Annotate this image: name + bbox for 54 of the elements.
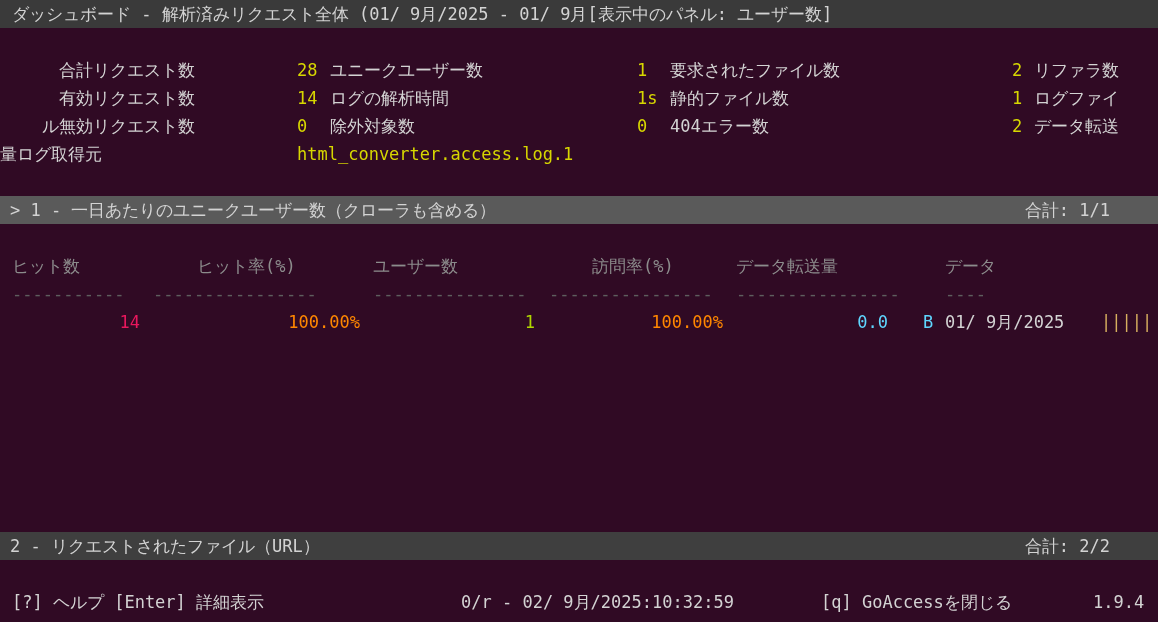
stat-label: 有効リクエスト数 bbox=[58, 86, 195, 110]
date-cell: 01/ 9月/2025 bbox=[945, 310, 1065, 334]
stat-value: 28 bbox=[297, 60, 319, 80]
column-rule: ---------------- bbox=[153, 284, 317, 304]
column-header: ヒット率(%) bbox=[197, 254, 297, 278]
hit-rate-cell: 100.00% bbox=[288, 312, 360, 332]
users-cell: 1 bbox=[524, 312, 535, 332]
stat-label: ユニークユーザー数 bbox=[330, 58, 484, 82]
column-rule: ---- bbox=[945, 284, 986, 304]
window-title: ダッシュボード - 解析済みリクエスト全体 (01/ 9月/2025 - 01/ 9月[表示中のパネル: ユーザー数] bbox=[11, 2, 833, 26]
quit-hint: [q] GoAccessを閉じる bbox=[821, 590, 1012, 614]
stat-label: 量ログ取得元 bbox=[0, 142, 103, 166]
hits-cell: 14 bbox=[119, 312, 140, 332]
panel-header[interactable]: > 1 - 一日あたりのユニークユーザー数（クローラも含める） 合計: 1/1 bbox=[0, 196, 1158, 224]
panel-header[interactable]: 2 - リクエストされたファイル（URL） 合計: 2/2 bbox=[0, 532, 1158, 560]
panel-title: 2 - リクエストされたファイル（URL） bbox=[9, 534, 320, 558]
column-header: データ転送量 bbox=[736, 254, 839, 278]
stat-value: 2 bbox=[1012, 60, 1024, 80]
column-rule: ---------------- bbox=[736, 284, 900, 304]
unit-cell: B bbox=[923, 312, 934, 332]
column-header: データ bbox=[945, 254, 997, 278]
bandwidth-cell: 0.0 bbox=[857, 312, 888, 332]
panel-title: > 1 - 一日あたりのユニークユーザー数（クローラも含める） bbox=[9, 198, 497, 222]
stat-label: 合計リクエスト数 bbox=[58, 58, 195, 82]
column-header: ヒット数 bbox=[12, 254, 81, 278]
stat-label: ログの解析時間 bbox=[330, 86, 450, 110]
stat-label: 要求されたファイル数 bbox=[670, 58, 841, 82]
stat-value: 14 bbox=[297, 88, 319, 108]
visit-rate-cell: 100.00% bbox=[651, 312, 723, 332]
column-header: ユーザー数 bbox=[373, 254, 459, 278]
stat-label: ル無効リクエスト数 bbox=[41, 114, 195, 138]
panel-total: 合計: 1/1 bbox=[1024, 198, 1111, 222]
stat-label: 404エラー数 bbox=[670, 114, 770, 138]
status-text: 0/r - 02/ 9月/2025:10:32:59 bbox=[461, 590, 734, 614]
column-header: 訪問率(%) bbox=[592, 254, 675, 278]
stat-value: 1 bbox=[637, 60, 649, 80]
stat-value: 0 bbox=[637, 116, 649, 136]
stat-label: 静的ファイル数 bbox=[670, 86, 790, 110]
stat-label: データ転送 bbox=[1034, 114, 1120, 138]
panel-total: 合計: 2/2 bbox=[1024, 534, 1111, 558]
help-hint: [?] ヘルプ [Enter] 詳細表示 bbox=[11, 590, 265, 614]
stat-label: 除外対象数 bbox=[330, 114, 416, 138]
version-label: 1.9.4 bbox=[1093, 592, 1145, 612]
stat-value: 1 bbox=[1012, 88, 1024, 108]
column-rule: --------------- bbox=[373, 284, 527, 304]
stat-label: ログファイ bbox=[1034, 86, 1120, 110]
column-rule: ---------------- bbox=[549, 284, 713, 304]
stat-value: 1s bbox=[637, 88, 659, 108]
stat-value: 0 bbox=[297, 116, 309, 136]
log-file-name: html_converter.access.log.1 bbox=[297, 144, 574, 164]
stat-value: 2 bbox=[1012, 116, 1024, 136]
stat-label: リファラ数 bbox=[1034, 58, 1120, 82]
hit-graph-text: ||||| bbox=[1101, 312, 1153, 332]
column-rule: ----------- bbox=[12, 284, 125, 304]
